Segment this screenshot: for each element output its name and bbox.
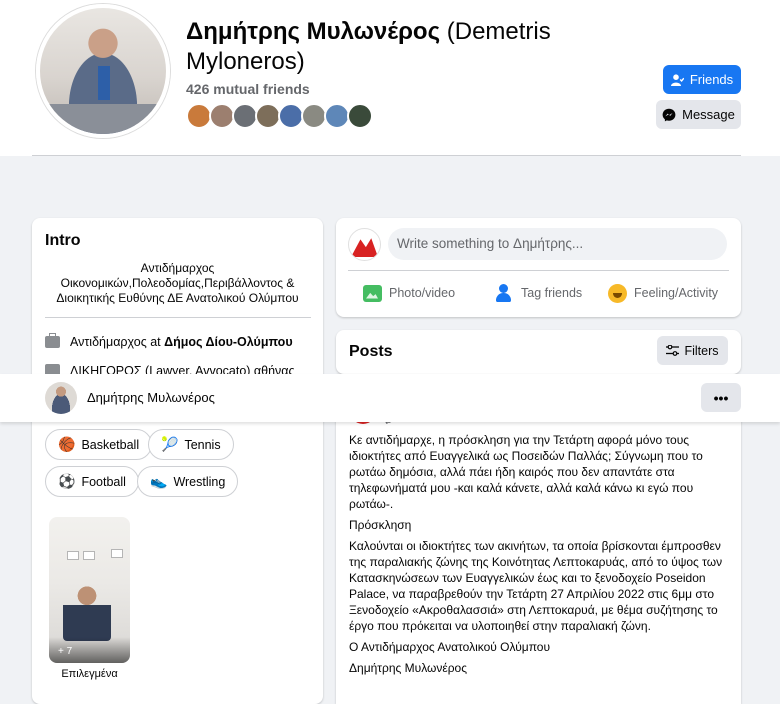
hobby-wrestling[interactable]: 👟 Wrestling [137,466,239,497]
intro-work-prefix: Αντιδήμαρχος at [70,335,161,349]
intro-work2-text: ΔΙΚΗΓΟΡΟΣ (Lawyer, Avvocato) αθήνας [70,364,295,374]
tag-friends-label: Tag friends [521,286,583,300]
basketball-icon: 🏀 [58,436,76,452]
profile-name-primary: Δημήτρης Μυλωνέρος [186,18,441,45]
profile-picture-detail [98,66,110,100]
hobby-basketball[interactable]: 🏀 Basketball [45,429,153,460]
hobby-label: Tennis [184,437,221,452]
football-icon: ⚽ [58,473,76,489]
mutual-friend-avatar[interactable] [347,103,373,129]
hobby-football[interactable]: ⚽ Football [45,466,139,497]
filters-button[interactable]: Filters [657,336,728,365]
hobby-tennis[interactable]: 🎾 Tennis [148,429,234,460]
profile-picture-desk [46,104,162,134]
more-dots-icon: ••• [713,389,729,406]
intro-bio: Αντιδήμαρχος Οικονομικών,Πολεοδομίας,Περ… [56,261,299,305]
messenger-icon [662,108,676,121]
intro-work-text: Αντιδήμαρχος at Δήμος Δίου-Ολύμπου [70,335,293,349]
wall-frame [83,551,95,560]
wrestling-shoe-icon: 👟 [150,473,168,489]
filters-label: Filters [684,343,719,358]
feeling-activity-label: Feeling/Activity [634,286,719,300]
post-paragraph: Καλούνται οι ιδιοκτήτες των ακινήτων, τα… [349,539,723,633]
composer-input[interactable]: Write something to Δημήτρης... [388,228,727,260]
hobby-label: Basketball [81,437,140,452]
featured-label[interactable]: Επιλεγμένα [49,668,130,680]
friends-button-label: Friends [689,72,734,87]
intro-card: Intro Αντιδήμαρχος Οικονομικών,Πολεοδομί… [32,218,323,704]
featured-count: + 7 [58,646,73,657]
photo-video-label: Photo/video [389,286,456,300]
wall-frame [111,549,123,558]
intro-work-row-2: ΔΙΚΗΓΟΡΟΣ (Lawyer, Avvocato) αθήνας [45,364,315,374]
message-button[interactable]: Message [656,100,741,129]
post-composer: Write something to Δημήτρης... Photo/vid… [336,218,741,317]
friend-check-icon [670,73,684,86]
profile-header: Δημήτρης Μυλωνέρος (Demetris Myloneros) … [0,0,780,156]
hobby-label: Wrestling [173,474,226,489]
photo-video-button[interactable]: Photo/video [363,282,455,304]
profile-picture[interactable] [36,4,170,138]
post-body: Κε αντιδήμαρχε, η πρόσκληση για την Τετά… [349,432,727,681]
posts-title: Posts [349,343,393,360]
filters-icon [666,345,680,356]
briefcase-icon [45,364,60,374]
posts-header: Posts Filters [336,330,741,374]
friends-button[interactable]: Friends [663,65,741,94]
featured-collection-thumbnail[interactable]: + 7 [49,517,130,663]
smiley-icon [608,283,627,303]
mutual-friends-avatars [186,103,373,129]
more-options-button[interactable]: ••• [701,383,741,412]
wall-frame [67,551,79,560]
sticky-name[interactable]: Δημήτρης Μυλωνέρος [87,390,215,405]
post-paragraph: Ο Αντιδήμαρχος Ανατολικού Ολύμπου [349,640,551,654]
header-divider [32,155,741,156]
intro-work-row: Αντιδήμαρχος at Δήμος Δίου-Ολύμπου [45,333,315,349]
sticky-profile-bar: Δημήτρης Μυλωνέρος ••• [0,374,780,422]
post-paragraph: Κε αντιδήμαρχε, η πρόσκληση για την Τετά… [349,433,703,511]
hobby-label: Football [81,474,126,489]
post-paragraph: Πρόσκληση [349,518,412,532]
composer-avatar[interactable] [348,228,381,261]
intro-title: Intro [45,232,81,249]
sticky-avatar[interactable] [45,382,77,414]
composer-divider [348,270,729,271]
profile-name: Δημήτρης Μυλωνέρος (Demetris Myloneros) [186,17,626,77]
tag-friends-button[interactable]: Tag friends [495,282,582,304]
intro-divider [45,317,311,318]
tennis-racket-icon: 🎾 [161,436,179,452]
tag-friends-icon [495,284,514,302]
message-button-label: Message [682,107,735,122]
briefcase-icon [45,333,60,348]
featured-person [63,583,111,641]
intro-work-place[interactable]: Δήμος Δίου-Ολύμπου [164,335,293,349]
mutual-friends-count[interactable]: 426 mutual friends [186,81,310,97]
feeling-activity-button[interactable]: Feeling/Activity [608,282,718,304]
photo-icon [363,284,382,302]
post-paragraph: Δημήτρης Μυλωνέρος [349,661,468,675]
